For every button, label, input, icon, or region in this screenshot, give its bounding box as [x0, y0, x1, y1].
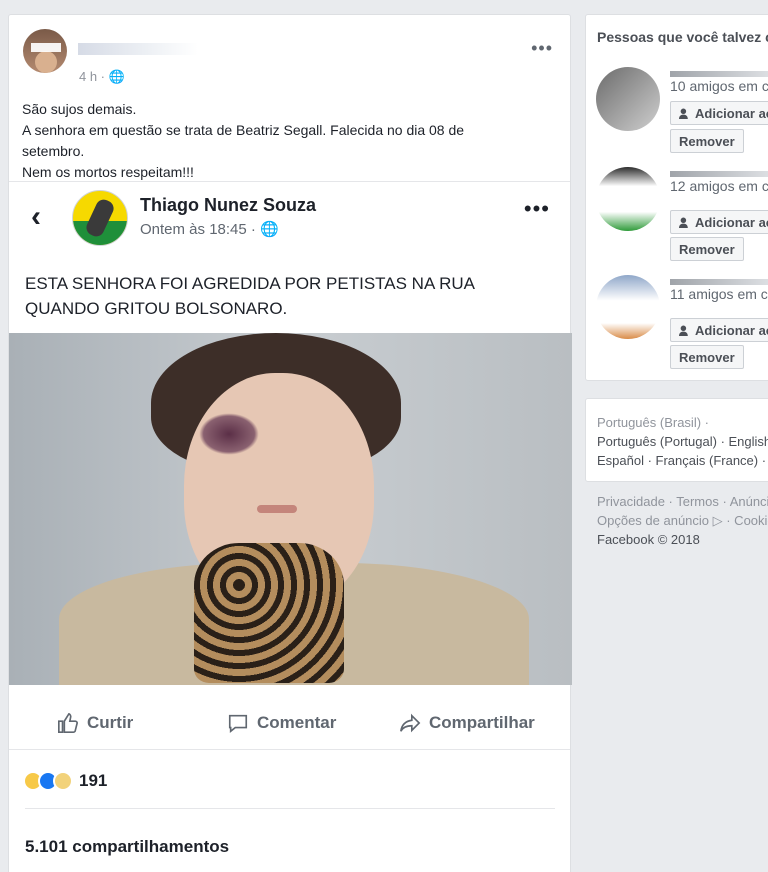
post-text-line: São sujos demais. [22, 101, 137, 117]
post-text-line: A senhora em questão se trata de Beatriz… [22, 122, 465, 138]
add-user-icon [679, 108, 688, 119]
shared-post-timestamp[interactable]: Ontem às 18:45 · 🌐 [140, 220, 279, 238]
like-button[interactable]: Curtir [57, 712, 133, 734]
shared-author-name[interactable]: Thiago Nunez Souza [140, 195, 316, 216]
add-friend-label: Adicionar aos amigos [695, 322, 768, 338]
mutual-friends[interactable]: 12 amigos em comum [670, 178, 768, 194]
comment-icon [228, 714, 248, 733]
add-user-icon [679, 325, 688, 336]
avatar[interactable] [596, 167, 660, 231]
chevron-left-icon[interactable]: ‹ [31, 200, 41, 234]
comment-label: Comentar [257, 713, 337, 732]
author-name-blurred[interactable] [78, 43, 198, 55]
suggestion-name-blurred[interactable] [670, 279, 768, 285]
reactions-count: 191 [79, 771, 108, 790]
add-friend-button[interactable]: Adicionar aos amigos [670, 318, 768, 342]
remove-label: Remover [679, 349, 735, 365]
shared-post: ‹ Thiago Nunez Souza Ontem às 18:45 · 🌐 … [9, 181, 572, 872]
sad-reaction-icon [53, 771, 73, 791]
add-friend-label: Adicionar aos amigos [695, 214, 768, 230]
share-button[interactable]: Compartilhar [399, 712, 535, 734]
avatar-face [35, 51, 57, 73]
post-text: São sujos demais. A senhora em questão s… [22, 99, 552, 183]
language-options-line[interactable]: Português (Portugal) · English (US) · [597, 432, 768, 451]
suggestion-item: 11 amigos em comum Adicionar aos amigos … [596, 275, 768, 375]
post-header: 4 h · 🌐 ••• [23, 29, 553, 89]
comment-button[interactable]: Comentar [227, 712, 336, 734]
photo-mouth [257, 505, 297, 513]
mutual-friends[interactable]: 10 amigos em comum [670, 78, 768, 94]
language-selector-card: Português (Brasil) · Português (Portugal… [585, 398, 768, 482]
suggestion-name-blurred[interactable] [670, 71, 768, 77]
post-text-line: setembro. [22, 143, 85, 159]
share-arrow-icon [400, 713, 421, 733]
share-label: Compartilhar [429, 713, 535, 732]
remove-label: Remover [679, 133, 735, 149]
language-current: Português (Brasil) · [597, 415, 709, 430]
mutual-friends[interactable]: 11 amigos em comum [670, 286, 768, 302]
post-photo[interactable] [9, 333, 572, 685]
page-footer: Privacidade · Termos · Anúncios · Opções… [597, 492, 768, 549]
shared-author-avatar[interactable] [72, 190, 128, 246]
remove-label: Remover [679, 241, 735, 257]
avatar[interactable] [23, 29, 67, 73]
add-friend-button[interactable]: Adicionar aos amigos [670, 101, 768, 125]
remove-button[interactable]: Remover [670, 237, 744, 261]
divider [25, 808, 555, 809]
post-text-line: Nem os mortos respeitam!!! [22, 164, 194, 180]
footer-links[interactable]: Opções de anúncio ▷ · Cookies · [597, 511, 768, 530]
more-options-icon[interactable]: ••• [531, 39, 553, 57]
shares-count[interactable]: 5.101 compartilhamentos [25, 837, 229, 857]
suggestion-item: 10 amigos em comum Adicionar aos amigos … [596, 67, 768, 167]
thumbs-up-icon [58, 713, 78, 733]
reactions-summary[interactable]: 191 [23, 768, 107, 794]
remove-button[interactable]: Remover [670, 129, 744, 153]
sidebar-title: Pessoas que você talvez conheça [597, 29, 768, 45]
footer-links[interactable]: Privacidade · Termos · Anúncios · [597, 492, 768, 511]
suggestion-item: 12 amigos em comum Adicionar aos amigos … [596, 167, 768, 267]
shared-text-line: QUANDO GRITOU BOLSONARO. [25, 299, 288, 318]
remove-button[interactable]: Remover [670, 345, 744, 369]
more-options-icon[interactable]: ••• [524, 198, 550, 220]
footer-copyright: Facebook © 2018 [597, 532, 700, 547]
avatar-censor-bar [31, 43, 61, 52]
shared-text-line: ESTA SENHORA FOI AGREDIDA POR PETISTAS N… [25, 274, 475, 293]
avatar[interactable] [596, 275, 660, 339]
like-label: Curtir [87, 713, 134, 732]
avatar[interactable] [596, 67, 660, 131]
photo-bruise [199, 413, 259, 455]
photo-scarf [194, 543, 344, 683]
add-user-icon [679, 217, 688, 228]
post-timestamp[interactable]: 4 h · 🌐 [79, 69, 125, 85]
people-you-may-know-card: Pessoas que você talvez conheça 10 amigo… [585, 14, 768, 381]
add-friend-label: Adicionar aos amigos [695, 105, 768, 121]
post-actions-bar: Curtir Comentar Compartilhar [9, 700, 570, 750]
shared-post-header: ‹ Thiago Nunez Souza Ontem às 18:45 · 🌐 … [9, 182, 570, 267]
language-options-line[interactable]: Español · Français (France) · [597, 451, 766, 470]
shared-post-text: ESTA SENHORA FOI AGREDIDA POR PETISTAS N… [25, 271, 545, 321]
add-friend-button[interactable]: Adicionar aos amigos [670, 210, 768, 234]
feed-post-card: 4 h · 🌐 ••• São sujos demais. A senhora … [8, 14, 572, 872]
suggestion-name-blurred[interactable] [670, 171, 768, 177]
